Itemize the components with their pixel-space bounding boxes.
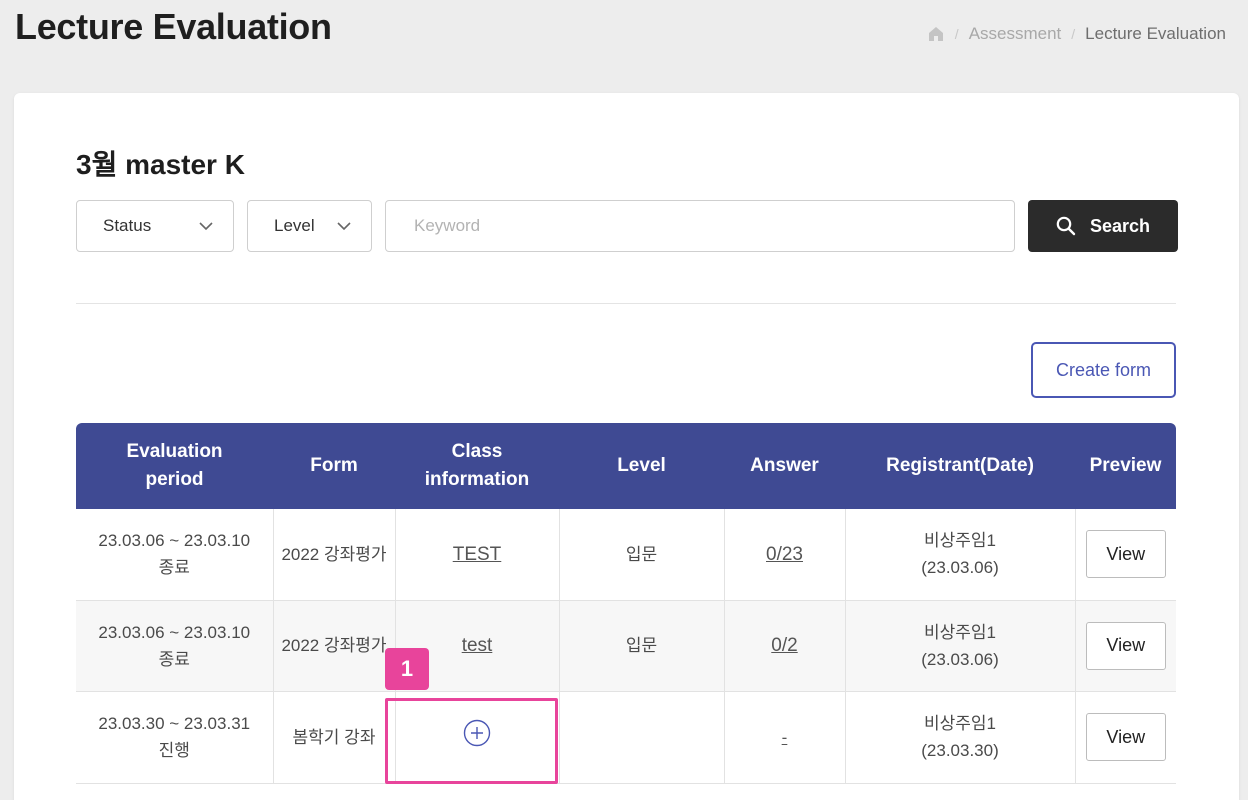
preview-cell: View xyxy=(1075,509,1176,601)
registrant-name: 비상주임1 xyxy=(923,531,996,551)
breadcrumb-separator: / xyxy=(954,26,959,42)
view-button[interactable]: View xyxy=(1085,530,1166,579)
chevron-down-icon xyxy=(199,221,213,230)
annotation-badge: 1 xyxy=(385,648,429,690)
preview-cell: View xyxy=(1075,691,1176,784)
level-cell xyxy=(559,691,725,784)
header-form[interactable]: Form xyxy=(273,423,395,509)
level-cell: 입문 xyxy=(559,509,725,601)
class-info-link[interactable]: TEST xyxy=(453,544,502,565)
registrant-date: (23.03.30) xyxy=(921,741,999,760)
table-row: 23.03.06 ~ 23.03.10 종료 2022 강좌평가 TEST 입문… xyxy=(76,509,1176,601)
registrant-date: (23.03.06) xyxy=(921,558,999,578)
evaluation-table: Evaluation period Form Class information… xyxy=(76,423,1176,784)
answer-link[interactable]: - xyxy=(782,728,788,747)
breadcrumb-current: Lecture Evaluation xyxy=(1085,24,1226,43)
registrant-cell: 비상주임1 (23.03.06) xyxy=(845,509,1076,601)
answer-link[interactable]: 0/23 xyxy=(766,544,803,565)
preview-cell: View xyxy=(1075,600,1176,692)
main-card: 3월 master K Status Level Search Create f… xyxy=(14,93,1239,800)
answer-cell: 0/23 xyxy=(724,509,846,601)
header-registrant[interactable]: Registrant(Date) xyxy=(845,423,1075,509)
class-info-cell: TEST xyxy=(395,509,560,601)
table-row: 23.03.06 ~ 23.03.10 종료 2022 강좌평가 test 입문… xyxy=(76,600,1176,692)
breadcrumb: / Assessment / Lecture Evaluation xyxy=(927,24,1226,44)
period-dates: 23.03.06 ~ 23.03.10 xyxy=(98,531,251,551)
answer-link[interactable]: 0/2 xyxy=(771,635,797,656)
form-cell: 봄학기 강좌 xyxy=(273,691,396,784)
registrant-cell: 비상주임1 (23.03.30) xyxy=(845,691,1076,784)
status-text: 진행 xyxy=(158,741,190,760)
divider xyxy=(76,303,1176,304)
registrant-name: 비상주임1 xyxy=(923,714,996,733)
home-icon[interactable] xyxy=(927,25,945,43)
breadcrumb-assessment[interactable]: Assessment xyxy=(969,24,1062,44)
status-text: 종료 xyxy=(158,649,190,669)
table-header-row: Evaluation period Form Class information… xyxy=(76,423,1176,509)
header-preview[interactable]: Preview xyxy=(1075,423,1176,509)
search-icon xyxy=(1056,216,1076,236)
header-level[interactable]: Level xyxy=(559,423,724,509)
period-dates: 23.03.30 ~ 23.03.31 xyxy=(98,714,251,733)
page-title: Lecture Evaluation xyxy=(15,6,332,47)
level-select[interactable]: Level xyxy=(247,200,372,252)
annotation-highlight-box xyxy=(385,698,558,784)
status-text: 종료 xyxy=(158,558,190,578)
status-select-label: Status xyxy=(103,216,152,235)
course-title: 3월 master K xyxy=(76,149,245,180)
view-button[interactable]: View xyxy=(1085,713,1166,761)
registrant-name: 비상주임1 xyxy=(923,622,996,642)
filter-bar: Status Level Search xyxy=(76,200,1178,252)
header-class-information[interactable]: Class information xyxy=(395,423,559,509)
period-cell: 23.03.06 ~ 23.03.10 종료 xyxy=(76,509,274,601)
create-form-button[interactable]: Create form xyxy=(1031,342,1176,398)
period-cell: 23.03.30 ~ 23.03.31 진행 xyxy=(76,691,274,784)
level-cell: 입문 xyxy=(559,600,725,692)
period-cell: 23.03.06 ~ 23.03.10 종료 xyxy=(76,600,274,692)
status-select[interactable]: Status xyxy=(76,200,234,252)
registrant-date: (23.03.06) xyxy=(921,649,999,669)
keyword-input[interactable] xyxy=(385,200,1015,252)
class-info-link[interactable]: test xyxy=(462,635,493,656)
form-cell: 2022 강좌평가 xyxy=(273,600,396,692)
period-dates: 23.03.06 ~ 23.03.10 xyxy=(98,622,251,642)
level-select-label: Level xyxy=(274,216,315,235)
search-button[interactable]: Search xyxy=(1028,200,1178,252)
header-evaluation-period[interactable]: Evaluation period xyxy=(76,423,273,509)
breadcrumb-separator: / xyxy=(1071,26,1076,42)
chevron-down-icon xyxy=(337,221,351,230)
registrant-cell: 비상주임1 (23.03.06) xyxy=(845,600,1076,692)
answer-cell: - xyxy=(724,691,846,784)
answer-cell: 0/2 xyxy=(724,600,846,692)
table-row: 23.03.30 ~ 23.03.31 진행 봄학기 강좌 - 비상주임1 (2… xyxy=(76,691,1176,784)
view-button[interactable]: View xyxy=(1085,621,1166,670)
search-button-label: Search xyxy=(1089,215,1151,236)
form-cell: 2022 강좌평가 xyxy=(273,509,396,601)
header-answer[interactable]: Answer xyxy=(724,423,845,509)
